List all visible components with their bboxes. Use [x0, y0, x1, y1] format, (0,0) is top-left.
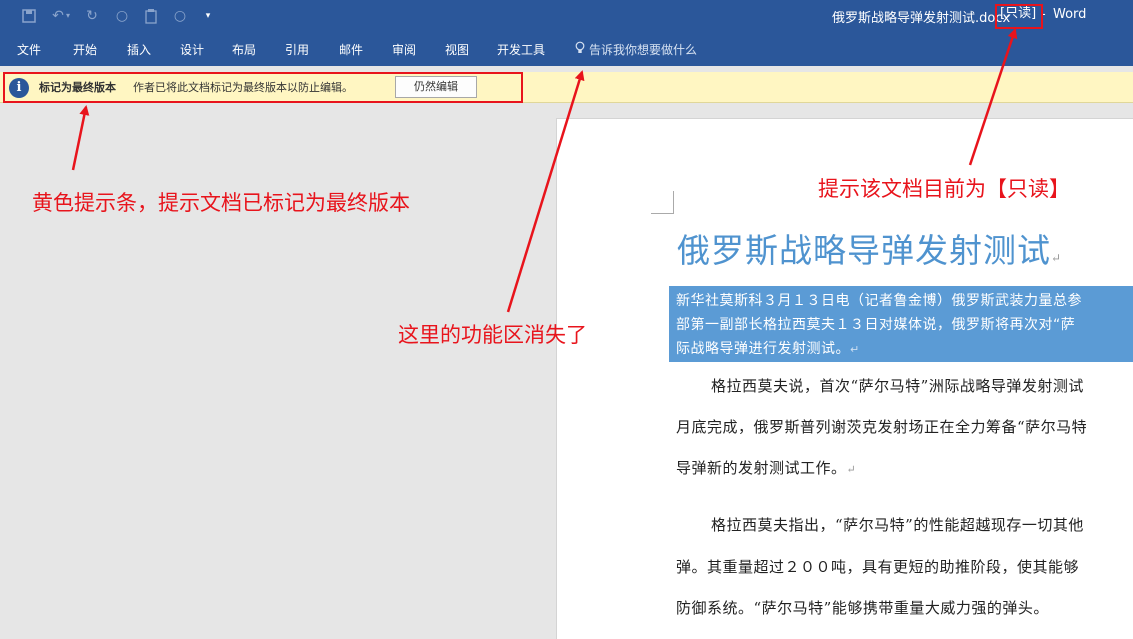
tab-review[interactable]: 审阅: [392, 41, 416, 58]
document-name: 俄罗斯战略导弹发射测试.docx: [832, 11, 1011, 26]
message-bar-annotation: 黄色提示条，提示文档已标记为最终版本: [32, 191, 410, 215]
body-line: 格拉西莫夫指出，“萨尔马特”的性能超越现存一切其他: [711, 516, 1084, 534]
ribbon-annotation: 这里的功能区消失了: [398, 323, 587, 347]
customize-qat-icon[interactable]: ▾: [200, 8, 216, 24]
selected-line-text: 际战略导弹进行发射测试。: [676, 341, 850, 357]
paste-icon[interactable]: [143, 8, 159, 24]
undo-dropdown-icon[interactable]: ▾: [64, 8, 72, 24]
body-line: 防御系统。“萨尔马特”能够携带重量大威力强的弹头。: [676, 599, 1049, 617]
tab-design[interactable]: 设计: [180, 41, 204, 58]
selected-line: 际战略导弹进行发射测试。↵: [676, 338, 860, 358]
circle-icon[interactable]: ○: [172, 8, 188, 24]
selected-line: 新华社莫斯科３月１３日电（记者鲁金博）俄罗斯武装力量总参: [676, 293, 1082, 309]
tab-references[interactable]: 引用: [285, 41, 309, 58]
tab-view[interactable]: 视图: [445, 41, 469, 58]
circle-icon[interactable]: ○: [114, 8, 130, 24]
tab-file[interactable]: 文件: [17, 41, 41, 58]
body-line-text: 导弹新的发射测试工作。: [676, 459, 847, 477]
lightbulb-icon: [575, 41, 585, 57]
body-line: 月底完成，俄罗斯普列谢茨克发射场正在全力筹备“萨尔马特: [676, 418, 1088, 436]
tab-developer[interactable]: 开发工具: [497, 41, 545, 58]
tab-home[interactable]: 开始: [73, 41, 97, 58]
tab-insert[interactable]: 插入: [127, 41, 151, 58]
body-line: 格拉西莫夫说，首次“萨尔马特”洲际战略导弹发射测试: [711, 377, 1084, 395]
readonly-annotation: 提示该文档目前为【只读】: [818, 177, 1070, 201]
paragraph-mark-icon: ↵: [846, 463, 857, 476]
menu-bar: 文件 开始 插入 设计 布局 引用 邮件 审阅 视图 开发工具 告诉我你想要做什…: [0, 32, 1133, 66]
body-line: 导弹新的发射测试工作。↵: [676, 457, 856, 478]
tab-layout[interactable]: 布局: [232, 41, 256, 58]
tell-me-text: 告诉我你想要做什么: [589, 43, 698, 57]
paragraph-mark-icon: ↵: [850, 343, 860, 356]
message-bar-highlight-box: [3, 72, 523, 103]
save-icon[interactable]: [21, 8, 37, 24]
tab-mailings[interactable]: 邮件: [339, 41, 363, 58]
body-line: 弹。其重量超过２００吨，具有更短的助推阶段，使其能够: [676, 558, 1080, 576]
paragraph-mark-icon: ↵: [1051, 251, 1063, 265]
readonly-highlight-box: [995, 4, 1043, 29]
tell-me-box[interactable]: 告诉我你想要做什么: [575, 41, 697, 58]
document-title[interactable]: 俄罗斯战略导弹发射测试↵: [677, 224, 1062, 272]
selected-line: 部第一副部长格拉西莫夫１３日对媒体说，俄罗斯将再次对“萨: [676, 317, 1076, 333]
app-name: Word: [1053, 7, 1087, 22]
document-title-text: 俄罗斯战略导弹发射测试: [677, 231, 1051, 270]
redo-icon[interactable]: ↻: [84, 8, 100, 24]
title-bar: ↶ ▾ ↻ ○ ○ ▾ 俄罗斯战略导弹发射测试.docx [只读] - Word: [0, 0, 1133, 32]
message-bar-arrow: [71, 105, 90, 171]
margin-mark: [651, 191, 674, 214]
